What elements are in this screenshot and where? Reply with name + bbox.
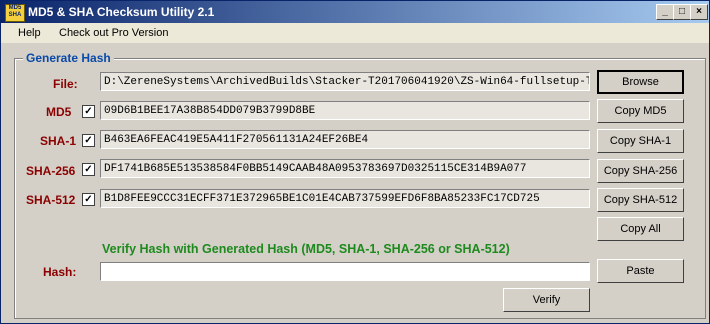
main-window: MD5 SHA MD5 & SHA Checksum Utility 2.1 _… [0,0,710,324]
sha256-label: SHA-256 [26,164,76,178]
file-path-field[interactable]: D:\ZereneSystems\ArchivedBuilds\Stacker-… [100,72,590,91]
browse-button[interactable]: Browse [597,70,684,94]
close-button[interactable]: × [690,4,708,20]
copy-sha512-button[interactable]: Copy SHA-512 [597,188,684,212]
sha512-checkbox[interactable]: ✓ [82,193,95,206]
sha256-hash-field[interactable]: DF1741B685E513538584F0BB5149CAAB48A09537… [100,159,590,178]
sha1-checkbox[interactable]: ✓ [82,134,95,147]
verify-button[interactable]: Verify [503,288,590,312]
sha512-hash-field[interactable]: B1D8FEE9CCC31ECFF371E372965BE1C01E4CAB73… [100,189,590,208]
verify-heading: Verify Hash with Generated Hash (MD5, SH… [102,242,510,256]
copy-all-button[interactable]: Copy All [597,217,684,241]
md5-checkbox[interactable]: ✓ [82,105,95,118]
window-title: MD5 & SHA Checksum Utility 2.1 [28,5,215,19]
menu-bar: Help Check out Pro Version [1,23,709,43]
sha512-label: SHA-512 [26,193,76,207]
group-title: Generate Hash [23,51,114,65]
md5-label: MD5 [46,105,72,119]
menu-check-out-pro[interactable]: Check out Pro Version [59,27,168,39]
hash-input[interactable] [100,262,590,281]
paste-button[interactable]: Paste [597,259,684,283]
hash-label: Hash: [43,265,77,279]
minimize-button[interactable]: _ [656,4,674,20]
file-label: File: [53,77,78,91]
copy-sha1-button[interactable]: Copy SHA-1 [597,129,684,153]
sha1-label: SHA-1 [40,134,77,148]
sha1-hash-field[interactable]: B463EA6FEAC419E5A411F270561131A24EF26BE4 [100,130,590,149]
copy-md5-button[interactable]: Copy MD5 [597,99,684,123]
menu-help[interactable]: Help [18,27,41,39]
sha256-checkbox[interactable]: ✓ [82,163,95,176]
title-bar[interactable]: MD5 SHA MD5 & SHA Checksum Utility 2.1 _… [1,1,709,23]
maximize-button[interactable]: □ [673,4,691,20]
copy-sha256-button[interactable]: Copy SHA-256 [597,159,684,183]
md5-hash-field[interactable]: 09D6B1BEE17A38B854DD079B3799D8BE [100,101,590,120]
app-icon: MD5 SHA [5,4,25,22]
